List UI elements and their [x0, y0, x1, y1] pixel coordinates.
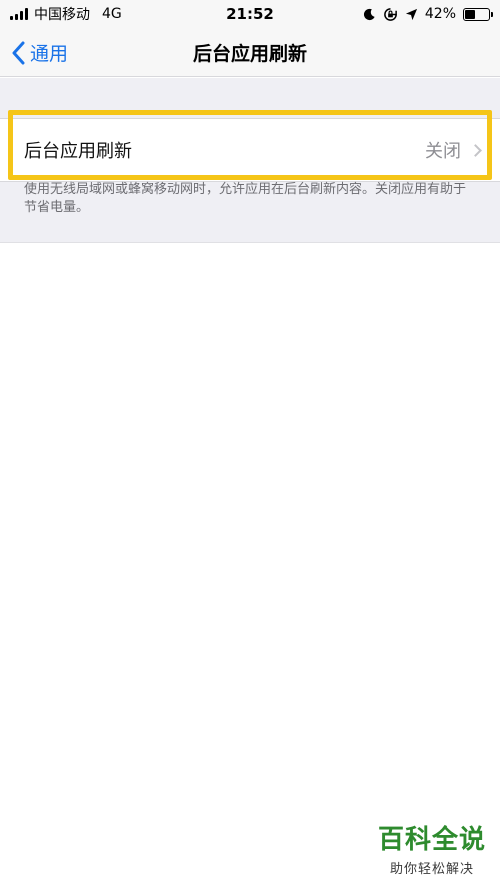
moon-icon [363, 8, 375, 20]
watermark-title: 百科全说 [377, 825, 486, 855]
rotation-lock-icon [384, 7, 397, 21]
status-bar: 中国移动 4G 21:52 42% [0, 0, 500, 28]
background-refresh-row[interactable]: 后台应用刷新 关闭 [0, 118, 500, 182]
battery-percent: 42% [424, 6, 456, 22]
location-icon [405, 8, 417, 20]
network-type: 4G [102, 6, 122, 22]
battery-fill [465, 9, 475, 19]
settings-group: 后台应用刷新 关闭 [0, 78, 500, 243]
signal-icon [10, 8, 28, 20]
status-left: 中国移动 4G [10, 4, 122, 24]
footer-description: 使用无线局域网或蜂窝移动网时，允许应用在后台刷新内容。关闭应用有助于节省电量。 [24, 182, 467, 215]
battery-icon [463, 7, 493, 21]
nav-bar: 通用 后台应用刷新 [0, 28, 500, 77]
carrier-name: 中国移动 [34, 7, 90, 23]
page-title: 后台应用刷新 [192, 42, 307, 65]
watermark-subtitle: 助你轻松解决 [389, 862, 474, 877]
row-value: 关闭 [425, 141, 461, 162]
chevron-right-icon [469, 143, 482, 157]
back-label: 通用 [30, 43, 69, 65]
row-label: 后台应用刷新 [24, 141, 132, 162]
chevron-left-icon [12, 41, 25, 64]
back-button[interactable]: 通用 [12, 28, 68, 77]
status-right: 42% [363, 6, 493, 22]
watermark-logo: 百科全说 助你轻松解决 [378, 819, 486, 877]
row-value-group: 关闭 [425, 137, 482, 163]
